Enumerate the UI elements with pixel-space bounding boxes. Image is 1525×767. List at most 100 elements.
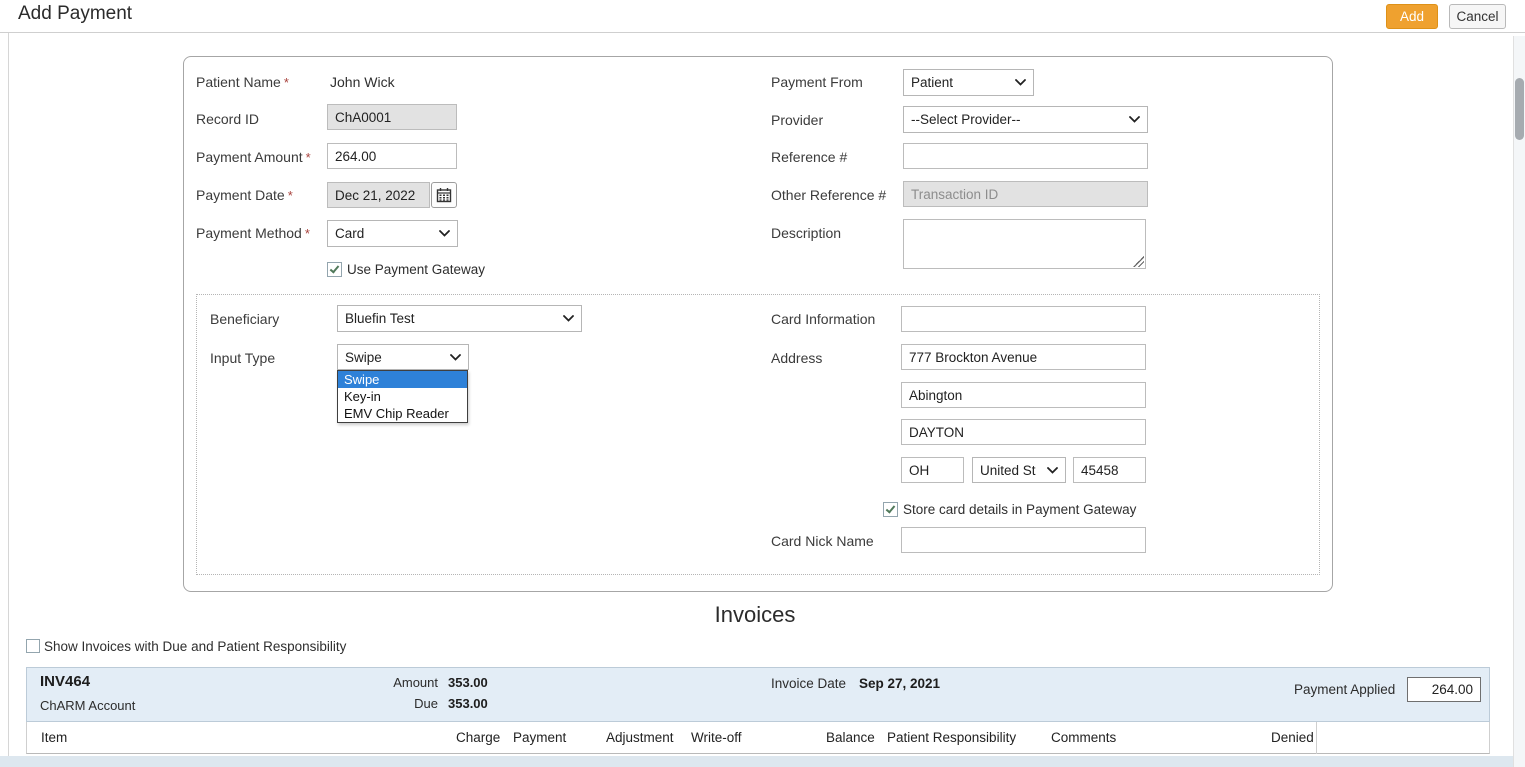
provider-value: --Select Provider--	[911, 112, 1021, 127]
description-label: Description	[771, 225, 841, 241]
column-balance: Balance	[826, 730, 875, 745]
payment-applied-field[interactable]	[1407, 677, 1481, 702]
calendar-icon	[436, 187, 452, 203]
payment-method-value: Card	[335, 226, 364, 241]
card-information-label: Card Information	[771, 311, 875, 327]
use-payment-gateway-checkbox[interactable]	[327, 262, 342, 277]
invoice-date-value: Sep 27, 2021	[859, 676, 940, 691]
input-type-dropdown-list: Swipe Key-in EMV Chip Reader	[337, 370, 468, 423]
record-id-label: Record ID	[196, 111, 259, 127]
required-marker: *	[305, 226, 310, 241]
country-value: United St	[980, 463, 1036, 478]
chevron-down-icon	[563, 315, 574, 322]
other-reference-field[interactable]	[903, 181, 1148, 207]
payment-date-label: Payment Date*	[196, 187, 293, 203]
beneficiary-value: Bluefin Test	[345, 311, 415, 326]
dropdown-option-key-in[interactable]: Key-in	[338, 388, 467, 405]
payment-amount-field[interactable]	[327, 143, 457, 169]
payment-applied-label: Payment Applied	[1294, 682, 1395, 697]
required-marker: *	[284, 75, 289, 90]
payment-from-label: Payment From	[771, 74, 863, 90]
add-button[interactable]: Add	[1386, 4, 1438, 29]
column-denied: Denied	[1271, 730, 1314, 745]
column-patient-responsibility: Patient Responsibility	[887, 730, 1016, 745]
card-details-section	[196, 294, 1320, 575]
address-district-field[interactable]	[901, 419, 1146, 445]
beneficiary-label: Beneficiary	[210, 311, 279, 327]
payment-amount-label-text: Payment Amount	[196, 149, 303, 165]
page-title: Add Payment	[18, 3, 132, 25]
content-left-border	[8, 33, 9, 767]
dropdown-option-emv-chip-reader[interactable]: EMV Chip Reader	[338, 405, 467, 422]
address-country-select[interactable]: United St	[972, 457, 1066, 483]
chevron-down-icon	[439, 230, 450, 237]
address-city-field[interactable]	[901, 382, 1146, 408]
invoice-date-label: Invoice Date	[771, 676, 846, 691]
invoice-row: INV464 ChARM Account Amount 353.00 Due 3…	[26, 667, 1490, 722]
cancel-button[interactable]: Cancel	[1449, 4, 1506, 29]
record-id-field[interactable]	[327, 104, 457, 130]
invoice-number: INV464	[40, 673, 90, 690]
patient-name-label-text: Patient Name	[196, 74, 281, 90]
payment-from-value: Patient	[911, 75, 953, 90]
dropdown-option-swipe[interactable]: Swipe	[338, 371, 467, 388]
invoice-account: ChARM Account	[40, 698, 135, 713]
patient-name-label: Patient Name*	[196, 74, 289, 90]
calendar-button[interactable]	[431, 182, 457, 208]
input-type-label: Input Type	[210, 350, 275, 366]
payment-method-label: Payment Method*	[196, 225, 310, 241]
use-payment-gateway-label: Use Payment Gateway	[347, 262, 485, 277]
due-value: 353.00	[448, 696, 488, 711]
card-nick-name-label: Card Nick Name	[771, 533, 874, 549]
payment-date-field[interactable]	[327, 182, 430, 208]
scrollbar-thumb[interactable]	[1515, 78, 1524, 140]
address-state-field[interactable]	[901, 457, 964, 483]
address-label: Address	[771, 350, 822, 366]
required-marker: *	[306, 150, 311, 165]
resize-handle-icon[interactable]	[1133, 256, 1144, 267]
chevron-down-icon	[1129, 116, 1140, 123]
address-zip-field[interactable]	[1073, 457, 1146, 483]
card-nick-name-field[interactable]	[901, 527, 1146, 553]
invoice-items-header: Item Charge Payment Adjustment Write-off…	[26, 722, 1490, 754]
vertical-scrollbar-track[interactable]	[1513, 36, 1525, 767]
title-bar: Add Payment Add Cancel	[0, 0, 1525, 33]
description-textarea[interactable]	[903, 219, 1146, 269]
reference-label: Reference #	[771, 149, 847, 165]
address-street-field[interactable]	[901, 344, 1146, 370]
payment-from-select[interactable]: Patient	[903, 69, 1034, 96]
patient-name-value: John Wick	[330, 74, 395, 90]
provider-select[interactable]: --Select Provider--	[903, 106, 1148, 133]
column-comments: Comments	[1051, 730, 1116, 745]
card-information-field[interactable]	[901, 306, 1146, 332]
amount-value: 353.00	[448, 675, 488, 690]
store-card-checkbox[interactable]	[883, 502, 898, 517]
input-type-select[interactable]: Swipe	[337, 344, 469, 370]
payment-amount-label: Payment Amount*	[196, 149, 311, 165]
column-adjustment: Adjustment	[606, 730, 674, 745]
payment-method-select[interactable]: Card	[327, 220, 458, 247]
check-icon	[330, 263, 340, 273]
add-payment-page: Add Payment Add Cancel Patient Name* Joh…	[0, 0, 1525, 767]
column-payment: Payment	[513, 730, 566, 745]
chevron-down-icon	[1015, 79, 1026, 86]
check-icon	[886, 503, 896, 513]
reference-field[interactable]	[903, 143, 1148, 169]
bottom-scroll-strip	[0, 756, 1525, 767]
payment-method-label-text: Payment Method	[196, 225, 302, 241]
show-invoices-label: Show Invoices with Due and Patient Respo…	[44, 639, 346, 654]
required-marker: *	[288, 188, 293, 203]
chevron-down-icon	[450, 354, 461, 361]
provider-label: Provider	[771, 112, 823, 128]
beneficiary-select[interactable]: Bluefin Test	[337, 305, 582, 332]
due-label: Due	[358, 696, 438, 711]
input-type-value: Swipe	[345, 350, 382, 365]
column-charge: Charge	[456, 730, 500, 745]
invoices-title: Invoices	[0, 602, 1510, 628]
store-card-label: Store card details in Payment Gateway	[903, 502, 1136, 517]
chevron-down-icon	[1047, 467, 1058, 474]
column-item: Item	[41, 730, 67, 745]
payment-date-label-text: Payment Date	[196, 187, 285, 203]
column-divider	[1316, 722, 1317, 754]
show-invoices-checkbox[interactable]	[26, 639, 40, 653]
